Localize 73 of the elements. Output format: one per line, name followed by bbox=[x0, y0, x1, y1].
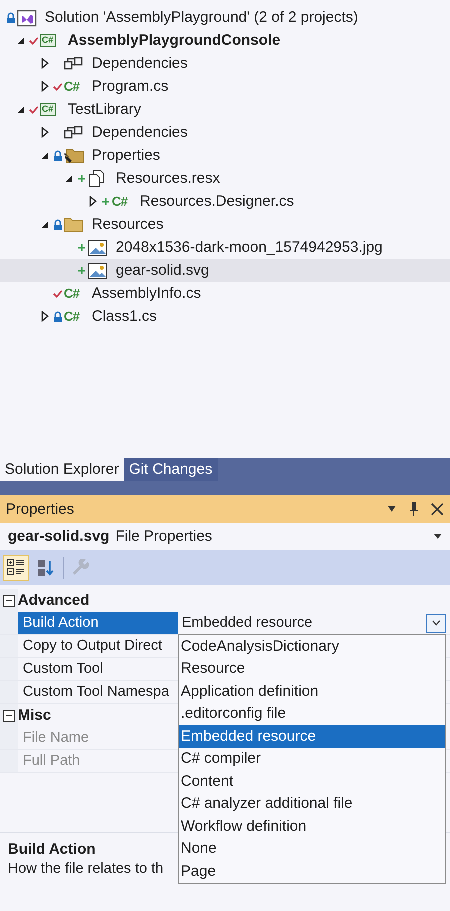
tree-item[interactable]: C# TestLibrary bbox=[0, 98, 450, 121]
tree-item[interactable]: C# Class1.cs bbox=[0, 305, 450, 328]
tree-item[interactable]: C# AssemblyInfo.cs bbox=[0, 282, 450, 305]
panel-tab[interactable]: Git Changes bbox=[124, 458, 218, 481]
expanded-arrow-icon bbox=[17, 106, 25, 114]
panel-title: Properties bbox=[6, 500, 76, 518]
description-text: How the file relates to th bbox=[8, 861, 164, 877]
tree-item[interactable]: C# Resources.Designer.cs bbox=[0, 190, 450, 213]
csharp-file-icon: C# bbox=[64, 309, 80, 324]
collapse-icon[interactable] bbox=[3, 594, 15, 606]
dropdown-option[interactable]: CodeAnalysisDictionary bbox=[179, 635, 445, 658]
expanded-arrow-icon bbox=[17, 36, 25, 44]
object-selector[interactable]: gear-solid.svg File Properties bbox=[0, 523, 450, 550]
dropdown-option[interactable]: Application definition bbox=[179, 680, 445, 702]
tree-item[interactable]: gear-solid.svg bbox=[0, 259, 450, 282]
pin-icon bbox=[409, 501, 419, 517]
close-icon bbox=[431, 502, 444, 516]
categorized-button[interactable] bbox=[3, 554, 29, 580]
csharp-project-icon: C# bbox=[40, 103, 56, 116]
dropdown-option[interactable]: C# analyzer additional file bbox=[179, 792, 445, 815]
tree-item[interactable]: 2048x1536-dark-moon_1574942953.jpg bbox=[0, 236, 450, 259]
property-name[interactable]: Build Action bbox=[18, 612, 178, 634]
document-icon bbox=[88, 170, 106, 188]
expanded-arrow-icon bbox=[41, 152, 49, 160]
property-name[interactable]: Copy to Output Direct bbox=[18, 635, 178, 657]
dropdown-button[interactable] bbox=[426, 614, 446, 632]
dropdown-option[interactable]: Resource bbox=[179, 658, 445, 680]
tree-item[interactable]: Solution 'AssemblyPlayground' (2 of 2 projects) bbox=[0, 6, 450, 29]
dropdown-option[interactable]: C# compiler bbox=[179, 748, 445, 770]
collapse-icon[interactable] bbox=[3, 710, 15, 722]
csharp-file-icon: C# bbox=[64, 79, 80, 94]
collapsed-arrow-icon bbox=[89, 196, 97, 207]
dropdown-option[interactable]: Page bbox=[179, 860, 445, 882]
property-name[interactable]: Custom Tool Namespa bbox=[18, 681, 178, 703]
dropdown-option[interactable]: Embedded resource bbox=[179, 725, 445, 748]
image-icon bbox=[88, 238, 108, 256]
folder-wrench-icon bbox=[64, 146, 86, 164]
categorized-icon[interactable] bbox=[7, 558, 25, 576]
tree-item[interactable]: Resources.resx bbox=[0, 167, 450, 190]
sort-icon[interactable] bbox=[37, 558, 55, 576]
property-value: Embedded resource bbox=[182, 615, 313, 631]
dropdown-option[interactable]: .editorconfig file bbox=[179, 702, 445, 725]
expanded-arrow-icon bbox=[41, 220, 49, 228]
dropdown-icon bbox=[387, 505, 397, 513]
tree-item[interactable]: Dependencies bbox=[0, 52, 450, 75]
property-name[interactable]: Custom Tool bbox=[18, 658, 178, 680]
image-icon bbox=[88, 262, 108, 280]
category-label: Advanced bbox=[18, 592, 90, 609]
csharp-file-icon: C# bbox=[64, 286, 80, 301]
collapsed-arrow-icon bbox=[41, 81, 49, 92]
dropdown-option[interactable]: None bbox=[179, 838, 445, 860]
caret-icon bbox=[434, 534, 442, 540]
tree-item[interactable]: C# Program.cs bbox=[0, 75, 450, 98]
tree-item[interactable]: Properties bbox=[0, 144, 450, 167]
dropdown-option[interactable]: Content bbox=[179, 770, 445, 792]
category-label: Misc bbox=[18, 707, 52, 724]
chevron-icon bbox=[432, 620, 440, 626]
tree-item[interactable]: Dependencies bbox=[0, 121, 450, 144]
collapsed-arrow-icon bbox=[41, 311, 49, 322]
description-title: Build Action bbox=[8, 841, 96, 858]
collapsed-arrow-icon bbox=[41, 58, 49, 69]
csharp-project-icon: C# bbox=[40, 34, 56, 47]
csharp-file-icon: C# bbox=[112, 194, 128, 209]
folder-icon bbox=[64, 216, 84, 232]
panel-tab[interactable]: Solution Explorer bbox=[0, 458, 124, 481]
dependencies-icon bbox=[64, 124, 84, 140]
tree-item[interactable]: Resources bbox=[0, 213, 450, 236]
solution-icon bbox=[17, 8, 37, 26]
dependencies-icon bbox=[64, 56, 84, 72]
expanded-arrow-icon bbox=[65, 174, 73, 182]
dropdown-option[interactable]: Workflow definition bbox=[179, 815, 445, 838]
tree-item[interactable]: C# AssemblyPlaygroundConsole bbox=[0, 29, 450, 52]
collapsed-arrow-icon bbox=[41, 127, 49, 138]
